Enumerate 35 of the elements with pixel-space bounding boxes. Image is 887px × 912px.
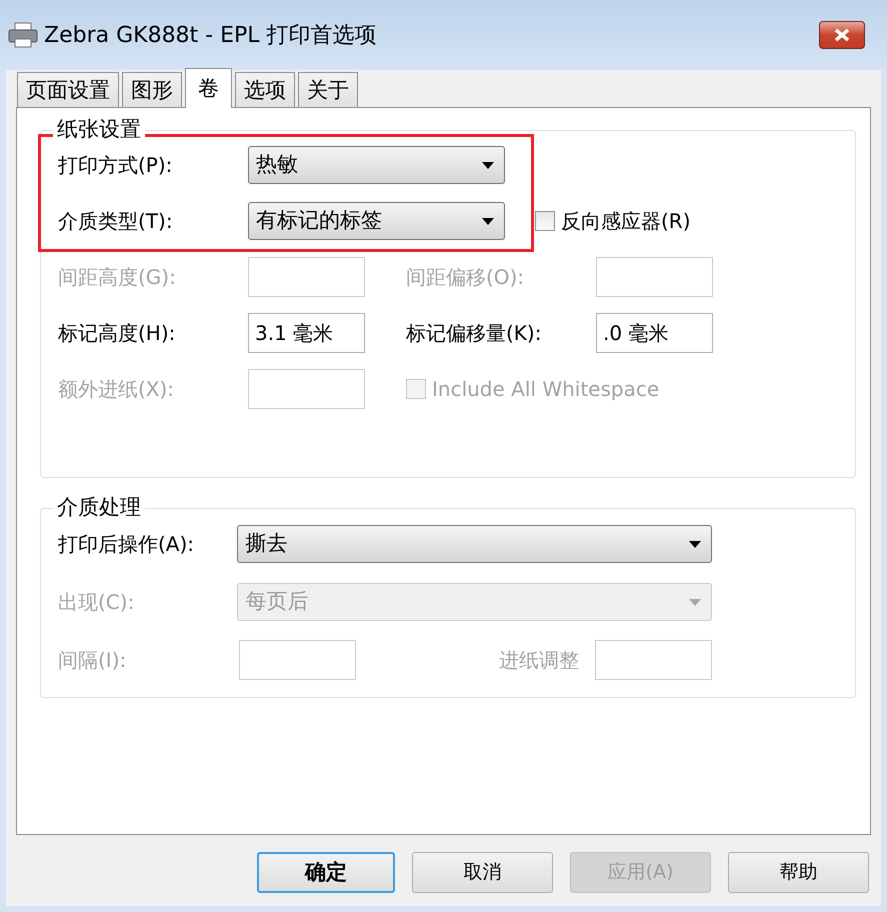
tab[interactable]: 关于 <box>298 72 358 107</box>
printer-icon <box>8 22 38 48</box>
field-label: 打印方式(P): <box>58 152 174 179</box>
input-field[interactable]: 3.1 毫米 <box>248 313 365 353</box>
caret-icon <box>482 218 494 224</box>
field-label: 间隔(I): <box>58 647 128 674</box>
field-label: 打印后操作(A): <box>58 531 196 558</box>
tab[interactable]: 页面设置 <box>17 72 119 107</box>
group-title: 介质处理 <box>53 494 145 520</box>
window-title: Zebra GK888t - EPL 打印首选项 <box>44 22 377 50</box>
dropdown[interactable]: 有标记的标签 <box>248 202 505 240</box>
field-label: 标记偏移量(K): <box>406 320 542 347</box>
tab[interactable]: 图形 <box>122 72 182 107</box>
caret-icon <box>482 162 494 168</box>
field-label: 额外进纸(X): <box>58 376 176 403</box>
field-label: 进纸调整 <box>499 647 579 674</box>
group-title: 纸张设置 <box>53 116 145 142</box>
caret-icon <box>689 598 701 606</box>
dropdown[interactable]: 热敏 <box>248 146 505 184</box>
tab[interactable]: 选项 <box>235 72 295 107</box>
caret-icon <box>689 540 701 548</box>
input-field[interactable]: .0 毫米 <box>596 313 713 353</box>
field-label: 标记高度(H): <box>58 320 176 347</box>
dialog-button[interactable]: 取消 <box>412 852 553 893</box>
close-button[interactable] <box>819 21 865 49</box>
field-label: 间距高度(G): <box>58 264 177 291</box>
dropdown[interactable]: 撕去 <box>237 525 712 563</box>
checkbox[interactable]: 反向感应器(R) <box>535 206 691 236</box>
dialog-button[interactable]: 帮助 <box>728 852 869 893</box>
dialog-button[interactable]: 确定 <box>257 852 395 893</box>
field-label: 间距偏移(O): <box>406 264 526 291</box>
tab[interactable]: 卷 <box>185 68 232 108</box>
field-label: 出现(C): <box>58 589 136 616</box>
close-icon <box>833 28 851 42</box>
field-label: 介质类型(T): <box>58 208 174 235</box>
